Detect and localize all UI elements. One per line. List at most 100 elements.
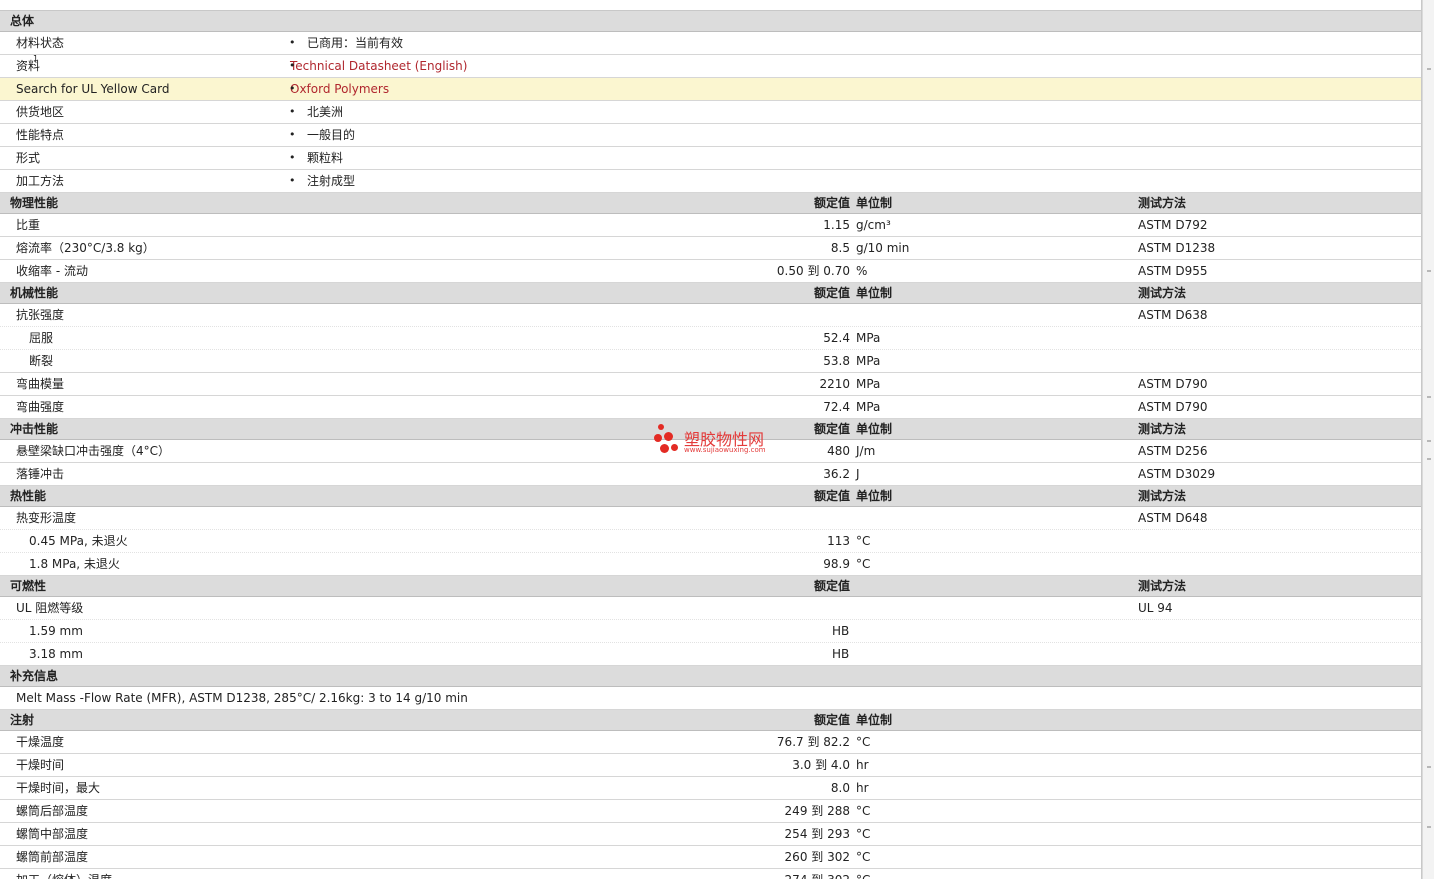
property-label: 屈服	[29, 331, 54, 345]
general-row: 供货地区 北美洲	[0, 101, 1421, 124]
property-unit: MPa	[856, 354, 881, 368]
property-row: 热变形温度 ASTM D648	[0, 507, 1421, 530]
property-label: 螺筒后部温度	[16, 804, 89, 818]
property-row: Melt Mass -Flow Rate (MFR), ASTM D1238, …	[0, 687, 1421, 710]
property-row: 收缩率 - 流动 0.50 到 0.70% ASTM D955	[0, 260, 1421, 283]
method-column-header: 测试方法	[1138, 196, 1187, 210]
method-column-header: 测试方法	[1138, 286, 1187, 300]
property-row: 干燥温度 76.7 到 82.2 °C	[0, 731, 1421, 754]
property-label: 螺筒前部温度	[16, 850, 89, 864]
property-label: 干燥时间，最大	[16, 781, 101, 795]
test-method: ASTM D3029	[1138, 467, 1216, 481]
value-link[interactable]: Oxford Polymers	[290, 82, 389, 96]
property-value: 98.9	[823, 557, 850, 571]
test-method: ASTM D790	[1138, 400, 1208, 414]
general-row: Search for UL Yellow Card Oxford Polymers	[0, 78, 1421, 101]
property-row: 3.18 mm HB	[0, 643, 1421, 666]
bullet-value: 颗粒料	[289, 148, 344, 168]
section-title: 注射	[10, 713, 35, 727]
unit-column-header: 单位制	[856, 286, 893, 300]
property-unit: hr	[856, 758, 869, 772]
bullet-value: Technical Datasheet (English)	[289, 56, 467, 76]
value-column-header: 额定值	[813, 422, 850, 436]
bullet-value: Oxford Polymers	[289, 79, 389, 99]
property-unit: %	[856, 264, 868, 278]
property-row: 抗张强度 ASTM D638	[0, 304, 1421, 327]
unit-column-header: 单位制	[856, 196, 893, 210]
value-text: 已商用：当前有效	[307, 36, 404, 50]
property-row: 螺筒中部温度 254 到 293 °C	[0, 823, 1421, 846]
property-value: 0.50 到 0.70	[776, 264, 850, 278]
property-value: 274 到 302	[785, 870, 850, 879]
property-unit: °C	[856, 534, 871, 548]
property-value: 36.2	[823, 467, 850, 481]
property-unit: °C	[856, 735, 871, 749]
bullet-value: 北美洲	[289, 102, 343, 122]
bullet-value: 注射成型	[289, 171, 355, 191]
value-column-header: 额定值	[813, 579, 850, 593]
property-row: 落锤冲击 36.2 J ASTM D3029	[0, 463, 1421, 486]
unit-column-header: 单位制	[856, 489, 893, 503]
bullet-value: 已商用：当前有效	[289, 33, 404, 53]
property-unit: °C	[856, 557, 871, 571]
property-value: 76.7 到 82.2	[776, 735, 850, 749]
unit-column-header: 单位制	[856, 713, 893, 727]
property-value: 53.8	[823, 354, 850, 368]
property-value: 8.0	[830, 781, 850, 795]
section-header: 机械性能 额定值 单位制 测试方法	[0, 283, 1421, 304]
method-column-header: 测试方法	[1138, 489, 1187, 503]
property-value: 8.5	[830, 241, 850, 255]
property-row: 熔流率（230°C/3.8 kg） 8.5 g/10 min ASTM D1238	[0, 237, 1421, 260]
property-row: 比重 1.15 g/cm³ ASTM D792	[0, 214, 1421, 237]
property-label: 1.59 mm	[29, 624, 83, 638]
property-label: 弯曲模量	[16, 377, 65, 391]
general-row: 加工方法 注射成型	[0, 170, 1421, 193]
property-row: 加工（熔体）温度 274 到 302 °C	[0, 869, 1421, 879]
property-label: 比重	[16, 218, 41, 232]
section-header: 物理性能 额定值 单位制 测试方法	[0, 193, 1421, 214]
test-method: ASTM D256	[1138, 444, 1208, 458]
property-unit: g/10 min	[856, 241, 910, 255]
section-header: 可燃性 额定值 测试方法	[0, 576, 1421, 597]
property-row: 0.45 MPa, 未退火 113 °C	[0, 530, 1421, 553]
vertical-scrollbar[interactable]	[1422, 0, 1434, 879]
value-text: 一般目的	[307, 128, 356, 142]
property-label: 形式	[16, 151, 41, 165]
property-unit: °C	[856, 850, 871, 864]
watermark-logo: 塑胶物性网 www.sujiaowuxing.com	[654, 424, 784, 458]
property-row: 螺筒后部温度 249 到 288 °C	[0, 800, 1421, 823]
property-unit: MPa	[856, 400, 881, 414]
property-row: UL 阻燃等级 UL 94	[0, 597, 1421, 620]
property-unit: J/m	[856, 444, 876, 458]
value-link[interactable]: Technical Datasheet (English)	[290, 59, 467, 73]
scrollbar-grip-mark	[1427, 826, 1431, 828]
property-label: 加工（熔体）温度	[16, 870, 112, 879]
scrollbar-grip-mark	[1427, 396, 1431, 398]
property-label: 干燥时间	[16, 758, 65, 772]
property-value: HB	[832, 647, 850, 661]
test-method: UL 94	[1138, 601, 1173, 615]
value-column-header: 额定值	[813, 286, 850, 300]
method-column-header: 测试方法	[1138, 579, 1187, 593]
property-label: 热变形温度	[16, 511, 77, 525]
scrollbar-grip-mark	[1427, 270, 1431, 272]
property-label: 弯曲强度	[16, 400, 65, 414]
property-value: 254 到 293	[784, 827, 850, 841]
value-column-header: 额定值	[813, 713, 850, 727]
property-unit: MPa	[856, 331, 881, 345]
method-column-header: 测试方法	[1138, 422, 1187, 436]
property-value: 3.0 到 4.0	[792, 758, 850, 772]
section-title: 总体	[10, 14, 35, 28]
property-row: 干燥时间，最大 8.0 hr	[0, 777, 1421, 800]
property-row: 弯曲模量 2210 MPa ASTM D790	[0, 373, 1421, 396]
test-method: ASTM D648	[1138, 511, 1208, 525]
section-header: 补充信息	[0, 666, 1421, 687]
property-row: 弯曲强度 72.4 MPa ASTM D790	[0, 396, 1421, 419]
property-row: 干燥时间 3.0 到 4.0 hr	[0, 754, 1421, 777]
property-unit: °C	[856, 804, 871, 818]
section-header: 热性能 额定值 单位制 测试方法	[0, 486, 1421, 507]
value-text: 颗粒料	[307, 151, 344, 165]
property-value: 2210	[819, 377, 850, 391]
value-column-header: 额定值	[813, 489, 850, 503]
property-unit: g/cm³	[856, 218, 891, 232]
